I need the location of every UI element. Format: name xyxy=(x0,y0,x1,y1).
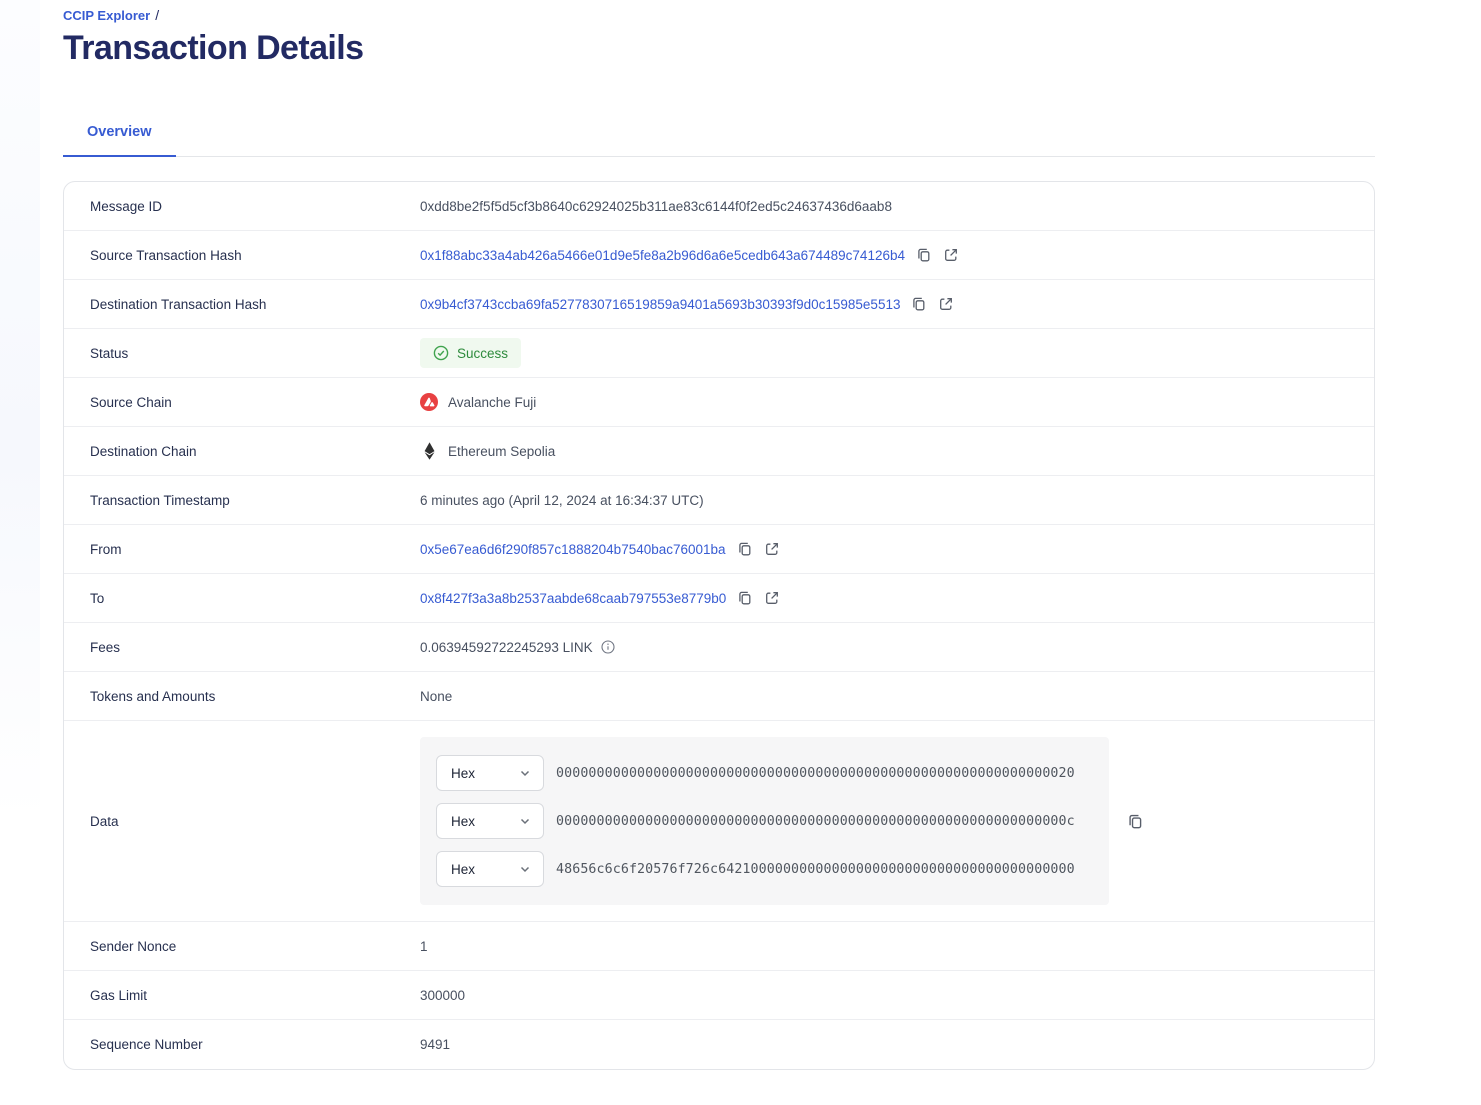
row-label: Sender Nonce xyxy=(90,938,177,954)
row-label: Source Transaction Hash xyxy=(90,247,242,263)
row-timestamp: Transaction Timestamp 6 minutes ago (Apr… xyxy=(64,476,1374,525)
external-link-icon[interactable] xyxy=(938,296,954,312)
source-chain-name: Avalanche Fuji xyxy=(448,394,537,410)
transaction-details-page: CCIP Explorer / Transaction Details Overv… xyxy=(63,0,1375,1070)
left-edge-gradient xyxy=(0,0,40,820)
data-line: Hex 000000000000000000000000000000000000… xyxy=(436,803,1093,839)
avalanche-icon xyxy=(420,393,438,411)
copy-icon[interactable] xyxy=(737,590,753,606)
data-hex-panel: Hex 000000000000000000000000000000000000… xyxy=(420,737,1109,905)
info-icon[interactable] xyxy=(601,640,615,654)
row-label: Message ID xyxy=(90,198,163,214)
check-circle-icon xyxy=(433,345,449,361)
row-label: Data xyxy=(90,813,119,829)
hex-data-value: 0000000000000000000000000000000000000000… xyxy=(556,765,1075,781)
tokens-value: None xyxy=(420,688,453,704)
hex-data-value: 48656c6c6f20576f726c64210000000000000000… xyxy=(556,861,1075,877)
timestamp-value: 6 minutes ago (April 12, 2024 at 16:34:3… xyxy=(420,492,704,508)
row-to: To 0x8f427f3a3a8b2537aabde68caab797553e8… xyxy=(64,574,1374,623)
row-dest-tx-hash: Destination Transaction Hash 0x9b4cf3743… xyxy=(64,280,1374,329)
status-badge: Success xyxy=(420,338,522,368)
breadcrumb-link-ccip-explorer[interactable]: CCIP Explorer xyxy=(63,8,150,23)
hex-format-label: Hex xyxy=(451,861,476,877)
dest-chain-cell: Ethereum Sepolia xyxy=(420,442,555,460)
breadcrumb-separator: / xyxy=(155,7,160,23)
chevron-down-icon xyxy=(519,767,531,779)
row-label: Status xyxy=(90,345,129,361)
row-status: Status Success xyxy=(64,329,1374,378)
status-badge-label: Success xyxy=(457,345,509,361)
tab-overview[interactable]: Overview xyxy=(63,114,176,157)
row-label: Fees xyxy=(90,639,121,655)
fees-value: 0.06394592722245293 LINK xyxy=(420,639,593,655)
to-address-link[interactable]: 0x8f427f3a3a8b2537aabde68caab797553e8779… xyxy=(420,591,726,606)
row-label: Source Chain xyxy=(90,394,172,410)
row-gas-limit: Gas Limit 300000 xyxy=(64,971,1374,1020)
hex-format-select[interactable]: Hex xyxy=(436,755,544,791)
sender-nonce-value: 1 xyxy=(420,938,428,954)
row-label: Gas Limit xyxy=(90,987,148,1003)
copy-icon[interactable] xyxy=(911,296,927,312)
from-address-link[interactable]: 0x5e67ea6d6f290f857c1888204b7540bac76001… xyxy=(420,542,726,557)
chevron-down-icon xyxy=(519,815,531,827)
external-link-icon[interactable] xyxy=(943,247,959,263)
data-line: Hex 000000000000000000000000000000000000… xyxy=(436,755,1093,791)
sequence-number-value: 9491 xyxy=(420,1037,451,1052)
row-label: Transaction Timestamp xyxy=(90,492,230,508)
copy-icon[interactable] xyxy=(916,247,932,263)
external-link-icon[interactable] xyxy=(764,541,780,557)
hex-format-label: Hex xyxy=(451,813,476,829)
row-label: To xyxy=(90,590,105,606)
row-label: Destination Chain xyxy=(90,443,197,459)
row-data: Data Hex 0000000000000000000000000000000… xyxy=(64,721,1374,922)
breadcrumb: CCIP Explorer / xyxy=(63,7,1375,23)
page-title: Transaction Details xyxy=(63,29,364,67)
source-tx-hash-link[interactable]: 0x1f88abc33a4ab426a5466e01d9e5fe8a2b96d6… xyxy=(420,248,905,263)
hex-format-select[interactable]: Hex xyxy=(436,803,544,839)
row-sender-nonce: Sender Nonce 1 xyxy=(64,922,1374,971)
row-label: From xyxy=(90,541,122,557)
row-tokens: Tokens and Amounts None xyxy=(64,672,1374,721)
row-from: From 0x5e67ea6d6f290f857c1888204b7540bac… xyxy=(64,525,1374,574)
row-sequence-number: Sequence Number 9491 xyxy=(64,1020,1374,1069)
transaction-details-card: Message ID 0xdd8be2f5f5d5cf3b8640c629240… xyxy=(63,181,1375,1070)
row-label: Destination Transaction Hash xyxy=(90,296,267,312)
row-dest-chain: Destination Chain Ethereum Sepolia xyxy=(64,427,1374,476)
row-source-tx-hash: Source Transaction Hash 0x1f88abc33a4ab4… xyxy=(64,231,1374,280)
row-message-id: Message ID 0xdd8be2f5f5d5cf3b8640c629240… xyxy=(64,182,1374,231)
data-line: Hex 48656c6c6f20576f726c6421000000000000… xyxy=(436,851,1093,887)
hex-data-value: 0000000000000000000000000000000000000000… xyxy=(556,813,1075,829)
row-source-chain: Source Chain Avalanche Fuji xyxy=(64,378,1374,427)
ethereum-icon xyxy=(420,442,438,460)
hex-format-label: Hex xyxy=(451,765,476,781)
tab-bar: Overview xyxy=(63,114,1375,157)
gas-limit-value: 300000 xyxy=(420,987,466,1003)
row-label: Tokens and Amounts xyxy=(90,688,216,704)
message-id-value: 0xdd8be2f5f5d5cf3b8640c62924025b311ae83c… xyxy=(420,198,892,214)
chevron-down-icon xyxy=(519,863,531,875)
copy-icon[interactable] xyxy=(737,541,753,557)
row-fees: Fees 0.06394592722245293 LINK xyxy=(64,623,1374,672)
row-label: Sequence Number xyxy=(90,1037,203,1052)
source-chain-cell: Avalanche Fuji xyxy=(420,393,536,411)
external-link-icon[interactable] xyxy=(764,590,780,606)
copy-data-icon[interactable] xyxy=(1127,813,1144,830)
hex-format-select[interactable]: Hex xyxy=(436,851,544,887)
dest-chain-name: Ethereum Sepolia xyxy=(448,443,556,459)
dest-tx-hash-link[interactable]: 0x9b4cf3743ccba69fa5277830716519859a9401… xyxy=(420,297,900,312)
